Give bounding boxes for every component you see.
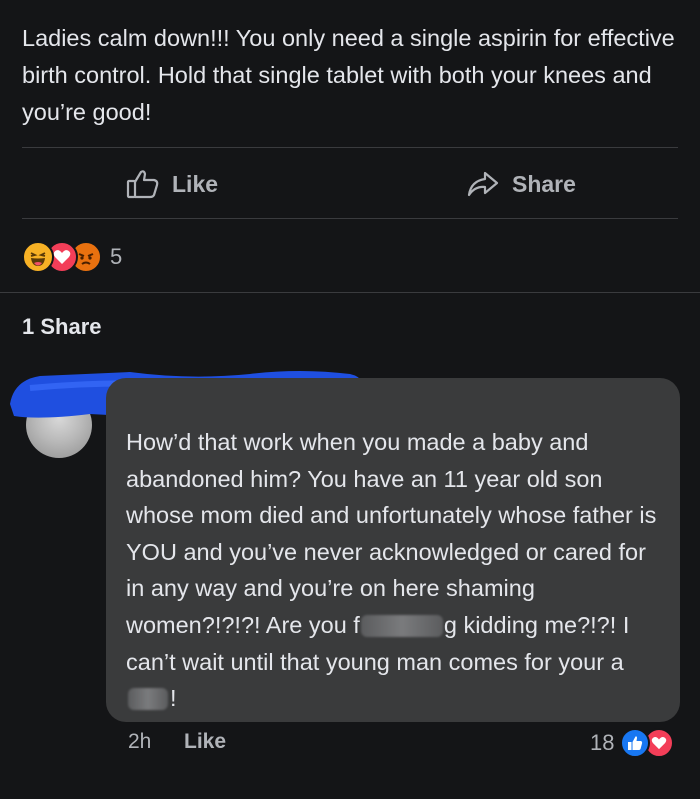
thumbs-up-icon — [126, 169, 160, 199]
comment-text: How’d that work when you made a baby and… — [126, 424, 666, 717]
censor-blur — [128, 688, 168, 711]
comment-text-part3: ! — [170, 685, 177, 712]
censor-blur — [360, 614, 443, 637]
share-button[interactable]: Share — [466, 164, 576, 204]
divider-middle — [22, 218, 678, 219]
comment-reactions[interactable]: 18 — [590, 728, 675, 758]
like-button-label: Like — [172, 170, 219, 197]
like-button[interactable]: Like — [126, 164, 218, 204]
post-text: Ladies calm down!!! You only need a sing… — [22, 25, 675, 125]
comment-text-part1: How’d that work when you made a baby and… — [126, 429, 657, 638]
post-reactions[interactable]: 5 — [22, 240, 122, 274]
comment-like-button[interactable]: Like — [184, 730, 226, 754]
divider-top — [22, 147, 678, 148]
haha-icon — [22, 241, 54, 273]
share-arrow-icon — [466, 169, 500, 199]
divider-bottom — [0, 292, 700, 293]
reaction-count: 5 — [110, 244, 123, 269]
like-icon — [620, 728, 651, 758]
share-count[interactable]: 1 Share — [22, 314, 102, 340]
comment-timestamp[interactable]: 2h — [128, 730, 151, 754]
comment-reaction-count: 18 — [590, 730, 615, 755]
share-button-label: Share — [512, 170, 576, 197]
